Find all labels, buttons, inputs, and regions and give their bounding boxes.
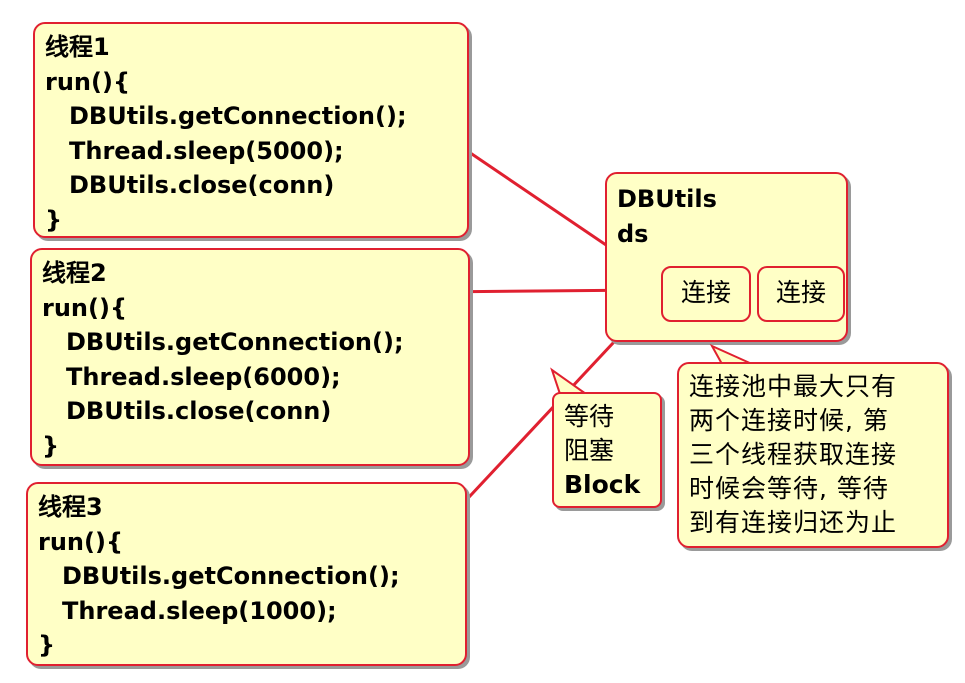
explanation-line2: 两个连接时候, 第 [689, 406, 889, 435]
explanation-line3: 三个线程获取连接 [689, 440, 898, 469]
explanation-callout-tail-layer [709, 343, 753, 365]
explanation-line5: 到有连接归还为止 [689, 508, 898, 537]
explanation-note: 连接池中最大只有 两个连接时候, 第 三个线程获取连接 时候会等待, 等待 到有… [677, 362, 949, 548]
explanation-line1: 连接池中最大只有 [689, 372, 898, 401]
explanation-line4: 时候会等待, 等待 [689, 474, 889, 503]
